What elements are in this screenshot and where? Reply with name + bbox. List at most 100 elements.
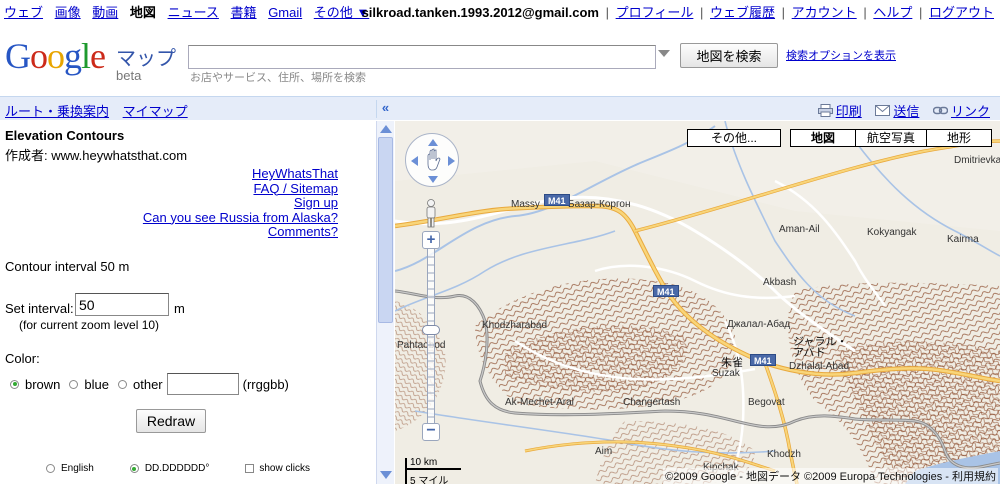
account-link[interactable]: アカウント	[792, 5, 857, 20]
nav-gmail-link[interactable]: Gmail	[268, 5, 302, 20]
color-blue-radio[interactable]	[69, 379, 79, 389]
nav-images-link[interactable]: 画像	[55, 5, 81, 20]
zoom-slider-handle[interactable]	[422, 325, 440, 335]
sign-up-link[interactable]: Sign up	[143, 195, 338, 211]
map-tiles	[395, 121, 1000, 484]
map-type-controls: その他... 地図 航空写真 地形	[687, 129, 992, 147]
nav-web-link[interactable]: ウェブ	[4, 5, 43, 20]
print-item[interactable]: 印刷	[817, 101, 862, 120]
print-link[interactable]: 印刷	[836, 101, 862, 120]
send-link[interactable]: 送信	[893, 101, 919, 120]
search-maps-button[interactable]: 地図を検索	[680, 43, 778, 68]
scale-miles-label: 5 マイル	[410, 476, 449, 484]
directions-link[interactable]: ルート・乗換案内	[5, 104, 109, 119]
web-history-link[interactable]: ウェブ履歴	[710, 5, 775, 20]
chain-link-icon	[932, 106, 948, 115]
show-clicks-option[interactable]: show clicks	[245, 463, 310, 474]
map-type-map-button[interactable]: 地図	[790, 129, 856, 147]
place-suzak: Suzak	[712, 368, 740, 379]
envelope-icon	[875, 105, 891, 116]
help-link[interactable]: ヘルプ	[873, 5, 912, 20]
search-history-dropdown-icon[interactable]	[658, 50, 670, 57]
map-type-satellite-button[interactable]: 航空写真	[855, 129, 927, 147]
color-other-radio[interactable]	[118, 379, 127, 389]
map-type-terrain-button[interactable]: 地形	[926, 129, 992, 147]
color-other-option[interactable]: other	[118, 377, 163, 392]
pan-up-icon	[428, 139, 438, 146]
google-logo[interactable]: Google	[5, 38, 106, 74]
panel-links: HeyWhatsThat FAQ / Sitemap Sign up Can y…	[143, 166, 338, 240]
user-nav: silkroad.tanken.1993.2012@gmail.com | プロ…	[361, 5, 994, 20]
place-changertash: Changertash	[623, 397, 681, 408]
pan-left-icon	[411, 156, 418, 166]
nav-books-link[interactable]: 書籍	[231, 5, 257, 20]
heywhatsthat-link[interactable]: HeyWhatsThat	[143, 166, 338, 182]
scroll-down-arrow-icon[interactable]	[380, 471, 392, 479]
road-shield-m41: M41	[653, 285, 679, 297]
profile-link[interactable]: プロフィール	[616, 5, 694, 20]
place-kokyangak: Kokyangak	[867, 227, 917, 238]
place-dmitrievka: Dmitrievka	[954, 155, 1000, 166]
custom-color-input[interactable]	[166, 373, 239, 395]
color-blue-option[interactable]: blue	[69, 377, 109, 392]
zoom-in-button[interactable]: +	[422, 231, 440, 249]
english-option[interactable]: English	[46, 463, 94, 474]
map-copyright: ©2009 Google - 地図データ ©2009 Europa Techno…	[663, 468, 998, 484]
comments-link[interactable]: Comments?	[143, 224, 338, 240]
place-pahtaobod: Pahtaobod	[397, 340, 446, 351]
pan-arrows-icon	[411, 139, 455, 183]
service-nav: ウェブ 画像 動画 地図 ニュース 書籍 Gmail その他 ▼	[4, 2, 377, 21]
hand-icon	[427, 148, 441, 171]
link-link[interactable]: リンク	[951, 101, 990, 120]
set-interval-label: Set interval:	[5, 301, 74, 316]
nav-videos-link[interactable]: 動画	[92, 5, 118, 20]
contour-interval-text: Contour interval 50 m	[5, 259, 130, 274]
color-brown-option[interactable]: brown	[10, 377, 60, 392]
scale-bar: 10 km 5 マイル	[405, 457, 465, 484]
decimal-degrees-option[interactable]: DD.DDDDDD°	[129, 463, 209, 474]
zoom-level-note: (for current zoom level 10)	[19, 318, 160, 332]
user-email: silkroad.tanken.1993.2012@gmail.com	[361, 5, 599, 20]
place-begovat: Begovat	[748, 397, 785, 408]
zoom-slider-ticks	[428, 256, 434, 418]
my-maps-link[interactable]: マイマップ	[123, 104, 188, 119]
place-akbash: Akbash	[763, 277, 797, 288]
place-aim: Aim	[595, 446, 613, 457]
product-name: マップ	[116, 48, 176, 70]
street-view-pegman-icon[interactable]	[423, 199, 439, 229]
show-clicks-checkbox[interactable]	[245, 464, 255, 473]
pan-down-icon	[428, 176, 438, 183]
link-bar: ルート・乗換案内 マイマップ « 印刷 送信 リンク	[0, 96, 1000, 120]
panel-title: Elevation Contours	[5, 128, 125, 143]
nav-news-link[interactable]: ニュース	[168, 5, 219, 20]
collapse-panel-button[interactable]: «	[376, 100, 394, 118]
panel-scrollbar[interactable]	[376, 121, 394, 484]
place-dzhalal-abad-cyrillic: Джалал-Абад	[727, 319, 791, 330]
russia-from-alaska-link[interactable]: Can you see Russia from Alaska?	[143, 210, 338, 226]
map-search-input[interactable]	[188, 45, 656, 69]
panel-bottom-options: English DD.DDDDDD° show clicks	[46, 463, 346, 474]
place-bazar-korgon: Базар-Коргон	[568, 199, 631, 210]
header: Google マップ beta お店やサービス、住所、場所を検索 地図を検索 検…	[0, 30, 1000, 90]
scroll-up-arrow-icon[interactable]	[380, 125, 392, 133]
zoom-out-button[interactable]: −	[422, 423, 440, 441]
link-item[interactable]: リンク	[932, 101, 990, 120]
redraw-button[interactable]: Redraw	[136, 409, 206, 433]
color-brown-radio[interactable]	[10, 379, 19, 389]
interval-input[interactable]	[75, 293, 169, 316]
scroll-thumb[interactable]	[378, 137, 393, 323]
logout-link[interactable]: ログアウト	[929, 5, 994, 20]
place-massy: Massy	[511, 199, 540, 210]
search-options-link[interactable]: 検索オプションを表示	[786, 47, 896, 63]
pan-control[interactable]	[405, 133, 459, 187]
faq-sitemap-link[interactable]: FAQ / Sitemap	[143, 181, 338, 197]
english-radio[interactable]	[46, 464, 55, 473]
map-canvas[interactable]: Massy Базар-Коргон Dmitrievka Aman-Ail K…	[395, 121, 1000, 484]
place-aman-ail: Aman-Ail	[779, 224, 820, 235]
color-format-hint: (rrggbb)	[242, 376, 289, 392]
place-kairma: Kairma	[947, 234, 979, 245]
decimal-degrees-radio[interactable]	[129, 464, 139, 473]
send-item[interactable]: 送信	[875, 101, 919, 120]
map-type-more-button[interactable]: その他...	[687, 129, 781, 147]
side-panel: Elevation Contours 作成者: www.heywhatsthat…	[0, 121, 376, 484]
